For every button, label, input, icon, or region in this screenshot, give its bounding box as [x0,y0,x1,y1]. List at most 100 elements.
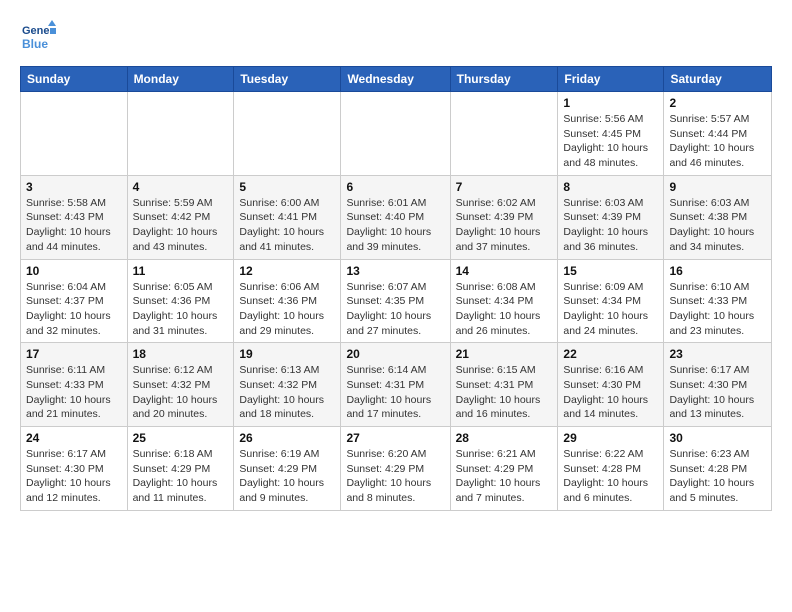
day-number: 23 [669,347,766,361]
day-info: Sunrise: 6:06 AM Sunset: 4:36 PM Dayligh… [239,280,335,339]
day-cell [21,92,128,176]
day-info: Sunrise: 6:03 AM Sunset: 4:39 PM Dayligh… [563,196,658,255]
weekday-header-row: SundayMondayTuesdayWednesdayThursdayFrid… [21,67,772,92]
day-number: 9 [669,180,766,194]
svg-text:Blue: Blue [22,37,48,51]
day-number: 5 [239,180,335,194]
logo-icon: General Blue [20,18,56,54]
day-info: Sunrise: 6:01 AM Sunset: 4:40 PM Dayligh… [346,196,444,255]
day-cell: 4 Sunrise: 5:59 AM Sunset: 4:42 PM Daylig… [127,175,234,259]
day-cell: 28Sunrise: 6:21 AM Sunset: 4:29 PM Dayli… [450,427,558,511]
weekday-header-friday: Friday [558,67,664,92]
weekday-header-wednesday: Wednesday [341,67,450,92]
week-row-5: 24Sunrise: 6:17 AM Sunset: 4:30 PM Dayli… [21,427,772,511]
day-info: Sunrise: 6:09 AM Sunset: 4:34 PM Dayligh… [563,280,658,339]
day-info: Sunrise: 6:15 AM Sunset: 4:31 PM Dayligh… [456,363,553,422]
day-info: Sunrise: 5:57 AM Sunset: 4:44 PM Dayligh… [669,112,766,171]
day-number: 26 [239,431,335,445]
day-info: Sunrise: 6:14 AM Sunset: 4:31 PM Dayligh… [346,363,444,422]
day-number: 11 [133,264,229,278]
day-info: Sunrise: 6:18 AM Sunset: 4:29 PM Dayligh… [133,447,229,506]
day-info: Sunrise: 6:21 AM Sunset: 4:29 PM Dayligh… [456,447,553,506]
day-number: 19 [239,347,335,361]
day-cell: 9 Sunrise: 6:03 AM Sunset: 4:38 PM Daylig… [664,175,772,259]
day-cell: 1 Sunrise: 5:56 AM Sunset: 4:45 PM Daylig… [558,92,664,176]
day-info: Sunrise: 6:04 AM Sunset: 4:37 PM Dayligh… [26,280,122,339]
day-info: Sunrise: 5:56 AM Sunset: 4:45 PM Dayligh… [563,112,658,171]
day-cell: 3Sunrise: 5:58 AM Sunset: 4:43 PM Daylig… [21,175,128,259]
day-number: 6 [346,180,444,194]
day-cell: 12 Sunrise: 6:06 AM Sunset: 4:36 PM Dayli… [234,259,341,343]
day-number: 20 [346,347,444,361]
day-cell: 27 Sunrise: 6:20 AM Sunset: 4:29 PM Dayli… [341,427,450,511]
day-info: Sunrise: 6:07 AM Sunset: 4:35 PM Dayligh… [346,280,444,339]
day-cell: 19 Sunrise: 6:13 AM Sunset: 4:32 PM Dayli… [234,343,341,427]
day-number: 14 [456,264,553,278]
day-info: Sunrise: 6:13 AM Sunset: 4:32 PM Dayligh… [239,363,335,422]
day-cell: 11 Sunrise: 6:05 AM Sunset: 4:36 PM Dayli… [127,259,234,343]
day-number: 15 [563,264,658,278]
day-number: 25 [133,431,229,445]
weekday-header-thursday: Thursday [450,67,558,92]
day-number: 3 [26,180,122,194]
week-row-1: 1 Sunrise: 5:56 AM Sunset: 4:45 PM Daylig… [21,92,772,176]
week-row-3: 10 Sunrise: 6:04 AM Sunset: 4:37 PM Dayli… [21,259,772,343]
day-number: 29 [563,431,658,445]
day-number: 24 [26,431,122,445]
day-number: 8 [563,180,658,194]
weekday-header-monday: Monday [127,67,234,92]
day-cell: 6 Sunrise: 6:01 AM Sunset: 4:40 PM Daylig… [341,175,450,259]
calendar-table: SundayMondayTuesdayWednesdayThursdayFrid… [20,66,772,511]
day-cell: 16Sunrise: 6:10 AM Sunset: 4:33 PM Dayli… [664,259,772,343]
day-number: 30 [669,431,766,445]
logo: General Blue [20,18,60,54]
day-number: 1 [563,96,658,110]
day-cell: 14 Sunrise: 6:08 AM Sunset: 4:34 PM Dayli… [450,259,558,343]
weekday-header-sunday: Sunday [21,67,128,92]
day-info: Sunrise: 6:03 AM Sunset: 4:38 PM Dayligh… [669,196,766,255]
weekday-header-saturday: Saturday [664,67,772,92]
day-number: 7 [456,180,553,194]
day-info: Sunrise: 6:16 AM Sunset: 4:30 PM Dayligh… [563,363,658,422]
day-cell: 18 Sunrise: 6:12 AM Sunset: 4:32 PM Dayli… [127,343,234,427]
day-cell: 23 Sunrise: 6:17 AM Sunset: 4:30 PM Dayli… [664,343,772,427]
day-number: 18 [133,347,229,361]
day-cell: 24Sunrise: 6:17 AM Sunset: 4:30 PM Dayli… [21,427,128,511]
day-cell [341,92,450,176]
day-info: Sunrise: 6:20 AM Sunset: 4:29 PM Dayligh… [346,447,444,506]
day-cell [234,92,341,176]
day-number: 27 [346,431,444,445]
day-cell: 26Sunrise: 6:19 AM Sunset: 4:29 PM Dayli… [234,427,341,511]
day-cell: 15 Sunrise: 6:09 AM Sunset: 4:34 PM Dayli… [558,259,664,343]
week-row-4: 17Sunrise: 6:11 AM Sunset: 4:33 PM Dayli… [21,343,772,427]
day-number: 16 [669,264,766,278]
header: General Blue [20,18,772,54]
day-info: Sunrise: 6:17 AM Sunset: 4:30 PM Dayligh… [669,363,766,422]
day-number: 21 [456,347,553,361]
day-info: Sunrise: 6:23 AM Sunset: 4:28 PM Dayligh… [669,447,766,506]
day-info: Sunrise: 5:59 AM Sunset: 4:42 PM Dayligh… [133,196,229,255]
page: General Blue SundayMondayTuesdayWednesda… [0,0,792,523]
day-cell: 22 Sunrise: 6:16 AM Sunset: 4:30 PM Dayli… [558,343,664,427]
day-info: Sunrise: 6:02 AM Sunset: 4:39 PM Dayligh… [456,196,553,255]
day-number: 4 [133,180,229,194]
day-cell: 29 Sunrise: 6:22 AM Sunset: 4:28 PM Dayli… [558,427,664,511]
day-cell [450,92,558,176]
day-info: Sunrise: 6:00 AM Sunset: 4:41 PM Dayligh… [239,196,335,255]
day-cell: 13Sunrise: 6:07 AM Sunset: 4:35 PM Dayli… [341,259,450,343]
day-cell: 2 Sunrise: 5:57 AM Sunset: 4:44 PM Daylig… [664,92,772,176]
day-cell [127,92,234,176]
day-info: Sunrise: 6:08 AM Sunset: 4:34 PM Dayligh… [456,280,553,339]
day-cell: 25 Sunrise: 6:18 AM Sunset: 4:29 PM Dayli… [127,427,234,511]
day-number: 22 [563,347,658,361]
day-number: 12 [239,264,335,278]
day-info: Sunrise: 6:22 AM Sunset: 4:28 PM Dayligh… [563,447,658,506]
day-info: Sunrise: 6:12 AM Sunset: 4:32 PM Dayligh… [133,363,229,422]
day-cell: 8 Sunrise: 6:03 AM Sunset: 4:39 PM Daylig… [558,175,664,259]
day-info: Sunrise: 6:05 AM Sunset: 4:36 PM Dayligh… [133,280,229,339]
day-number: 2 [669,96,766,110]
day-cell: 7 Sunrise: 6:02 AM Sunset: 4:39 PM Daylig… [450,175,558,259]
day-number: 10 [26,264,122,278]
day-cell: 5 Sunrise: 6:00 AM Sunset: 4:41 PM Daylig… [234,175,341,259]
day-cell: 10 Sunrise: 6:04 AM Sunset: 4:37 PM Dayli… [21,259,128,343]
